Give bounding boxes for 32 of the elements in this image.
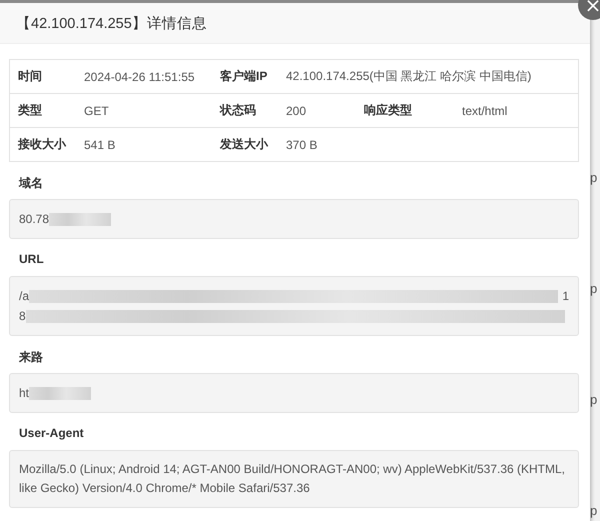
field-label: User-Agent — [18, 425, 85, 442]
table-value: 42.100.174.255(中国 黑龙江 哈尔滨 中国电信) — [278, 60, 578, 94]
field-text: /a — [19, 288, 30, 304]
table-value: 541 B — [76, 128, 212, 162]
field-label: 来路 — [18, 349, 44, 365]
table-label: 类型 — [10, 94, 76, 128]
field-text: 1 — [562, 288, 569, 304]
table-label: 发送大小 — [212, 128, 278, 162]
background-text: p — [590, 503, 598, 519]
field-text: ht — [19, 384, 30, 402]
dialog-title: 【42.100.174.255】详情信息 — [16, 14, 207, 32]
field-text: 80.78 — [19, 210, 50, 228]
field-label: 域名 — [18, 175, 44, 191]
table-label: 状态码 — [212, 94, 278, 128]
table-value: 2024-04-26 11:51:55 — [76, 60, 212, 94]
blurred-text — [29, 386, 92, 400]
close-button[interactable]: × — [578, 0, 600, 20]
table-label: 客户端IP — [212, 60, 278, 94]
table-value: 370 B — [278, 128, 578, 162]
table-value: 200 — [278, 94, 356, 128]
background-text: p — [590, 170, 598, 186]
table-value: text/html — [454, 94, 578, 128]
blurred-text — [49, 212, 112, 226]
table-value: GET — [76, 94, 212, 128]
table-label: 响应类型 — [356, 94, 454, 128]
table-label: 时间 — [10, 60, 76, 94]
field-label: URL — [18, 251, 45, 268]
field-text: 8 — [19, 308, 26, 324]
background-text: p — [590, 392, 598, 408]
background-text: p — [590, 281, 598, 297]
field-text: Mozilla/5.0 (Linux; Android 14; AGT-AN00 Build/HONORAGT-AN00; wv) AppleWebKit/537.36 (KHTML, like Gecko) Version/4.0 Chrome/* Mobile Safari/537.36 — [19, 462, 566, 495]
table-label: 接收大小 — [10, 128, 76, 162]
